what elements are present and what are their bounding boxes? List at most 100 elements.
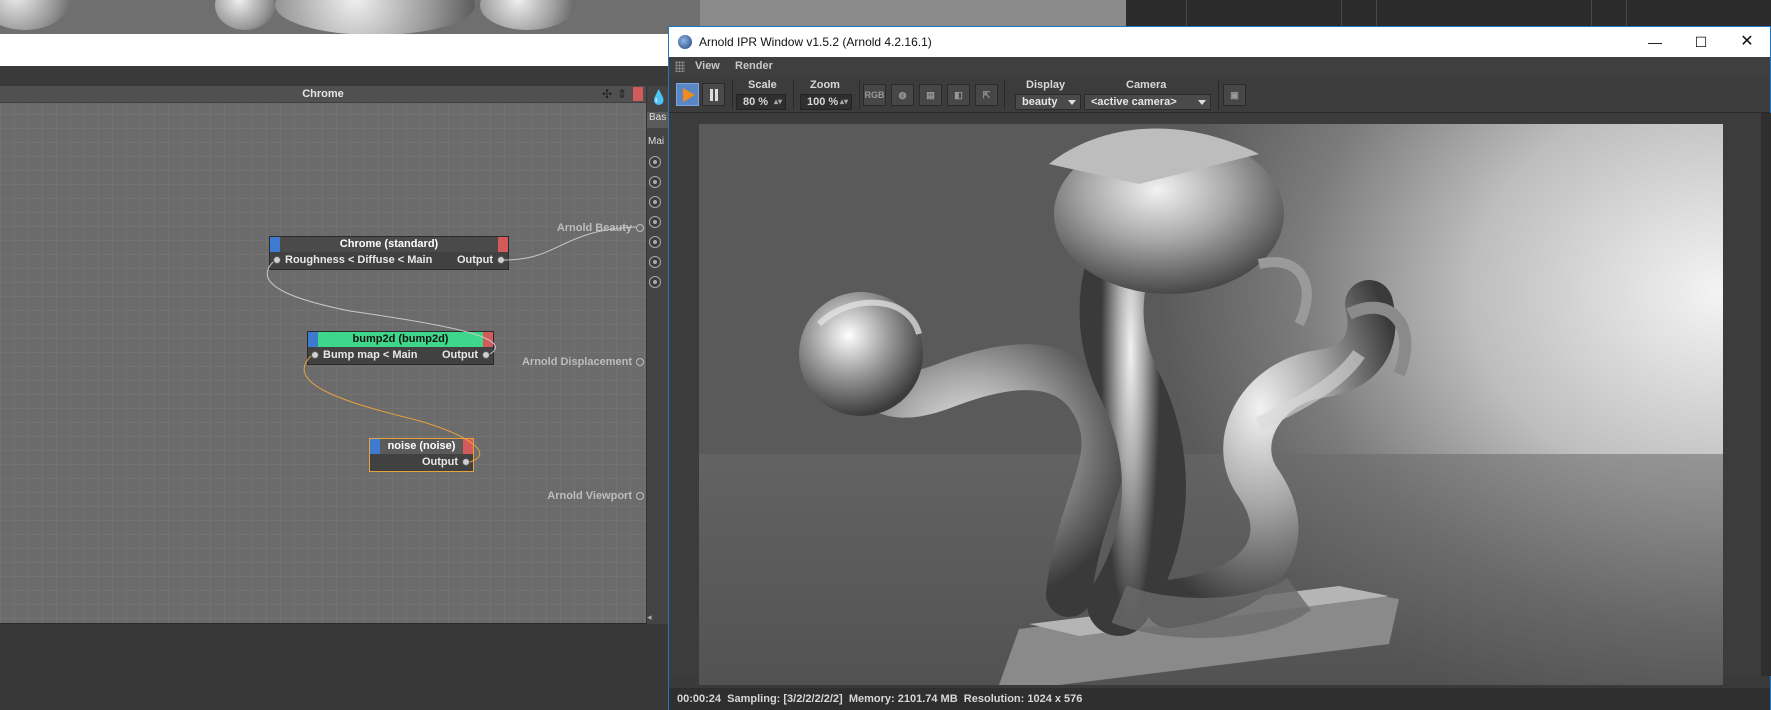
zoom-label: Zoom: [810, 79, 840, 91]
terminal-arnold-beauty[interactable]: Arnold Beauty: [510, 222, 644, 234]
menu-render[interactable]: Render: [735, 60, 773, 72]
window-title: Arnold IPR Window v1.5.2 (Arnold 4.2.16.…: [699, 35, 932, 49]
node-editor-title: Chrome: [302, 88, 344, 100]
radio-option[interactable]: [649, 236, 661, 248]
background-bottom: [0, 624, 668, 710]
rgb-channel-button[interactable]: RGB: [863, 84, 886, 106]
node-title: Chrome (standard): [339, 238, 439, 250]
close-panel-button[interactable]: [633, 87, 643, 101]
memory-info: Memory: 2101.74 MB: [848, 693, 958, 705]
stepper-arrows-icon[interactable]: ▴▾: [774, 95, 782, 109]
node-right-cap[interactable]: [483, 332, 493, 347]
terminal-port[interactable]: [636, 358, 644, 366]
chevron-down-icon: [1198, 100, 1206, 105]
node-editor[interactable]: Chrome ✣ ⇕ Chrome (standard) Roughness <…: [0, 86, 646, 624]
node-right-cap[interactable]: [463, 439, 473, 454]
radio-option[interactable]: [649, 176, 661, 188]
node-port-row: Output: [370, 454, 473, 471]
move-icon[interactable]: ✣: [602, 87, 612, 101]
status-bar: 00:00:24 Sampling: [3/2/2/2/2/2] Memory:…: [669, 688, 1770, 710]
globe-icon[interactable]: ◍: [891, 84, 914, 106]
arnold-ipr-window[interactable]: Arnold IPR Window v1.5.2 (Arnold 4.2.16.…: [668, 26, 1771, 710]
resolution-info: Resolution: 1024 x 576: [963, 693, 1083, 705]
radio-option[interactable]: [649, 256, 661, 268]
terminal-arnold-displacement[interactable]: Arnold Displacement: [480, 356, 644, 368]
node-left-cap[interactable]: [270, 237, 280, 252]
camera-value: <active camera>: [1091, 96, 1177, 108]
node-left-cap[interactable]: [370, 439, 380, 454]
attribute-section: Mai: [648, 136, 665, 147]
start-render-button[interactable]: [676, 83, 699, 106]
terminal-label: Arnold Beauty: [556, 222, 632, 234]
vertical-scrollbar[interactable]: [1761, 113, 1771, 676]
node-header[interactable]: noise (noise): [370, 439, 473, 454]
grip-icon[interactable]: [675, 61, 685, 72]
zoom-stepper[interactable]: 100 % ▴▾: [800, 94, 852, 110]
window-titlebar[interactable]: Arnold IPR Window v1.5.2 (Arnold 4.2.16.…: [669, 27, 1770, 57]
background-gap: [0, 66, 668, 86]
close-window-button[interactable]: ✕: [1727, 31, 1767, 53]
input-port[interactable]: [273, 256, 281, 264]
rendered-image[interactable]: [699, 124, 1723, 685]
dragon-render-illustration: [699, 128, 1723, 685]
output-port[interactable]: [497, 256, 505, 264]
pin-icon[interactable]: ⇕: [617, 87, 627, 101]
render-time: 00:00:24: [677, 693, 722, 705]
input-port[interactable]: [311, 351, 319, 359]
display-dropdown[interactable]: beauty: [1015, 94, 1081, 110]
display-value: beauty: [1022, 96, 1058, 108]
menu-view[interactable]: View: [695, 60, 720, 72]
zoom-value: 100 %: [807, 96, 839, 108]
node-left-cap[interactable]: [308, 332, 318, 347]
node-right-cap[interactable]: [498, 237, 508, 252]
output-label: Output: [456, 254, 493, 266]
rgb-label: RGB: [864, 90, 885, 100]
minimize-button[interactable]: —: [1635, 31, 1675, 53]
chevron-down-icon: [1068, 100, 1076, 105]
display-label: Display: [1026, 79, 1066, 91]
node-title: noise (noise): [387, 440, 456, 452]
node-header[interactable]: bump2d (bump2d): [308, 332, 493, 347]
node-chrome-standard[interactable]: Chrome (standard) Roughness < Diffuse < …: [269, 236, 509, 270]
node-port-row: Roughness < Diffuse < Main Output: [270, 252, 508, 269]
scale-stepper[interactable]: 80 % ▴▾: [736, 94, 786, 110]
node-bump2d[interactable]: bump2d (bump2d) Bump map < Main Output: [307, 331, 494, 365]
terminal-label: Arnold Displacement: [521, 356, 632, 368]
input-label: Bump map < Main: [323, 349, 418, 361]
attribute-tab[interactable]: Bas: [647, 112, 668, 128]
drop-icon: 💧: [650, 89, 668, 105]
terminal-label: Arnold Viewport: [547, 490, 632, 502]
radio-option[interactable]: [649, 276, 661, 288]
stepper-arrows-icon[interactable]: ▴▾: [840, 95, 848, 109]
cinema4d-app-icon: [678, 35, 692, 49]
node-editor-header[interactable]: Chrome ✣ ⇕: [0, 86, 646, 103]
background-toolbar: [1126, 0, 1771, 26]
camera-snapshot-icon[interactable]: ▣: [1223, 84, 1246, 106]
radio-option[interactable]: [649, 196, 661, 208]
node-port-row: Bump map < Main Output: [308, 347, 493, 364]
attribute-panel[interactable]: 💧 Bas Mai ◂: [646, 86, 668, 624]
export-icon[interactable]: ⇱: [975, 84, 998, 106]
terminal-port[interactable]: [636, 224, 644, 232]
node-noise[interactable]: noise (noise) Output: [369, 438, 474, 472]
background-white-bar: [0, 34, 668, 66]
scale-value: 80 %: [743, 96, 769, 108]
pause-render-button[interactable]: [702, 83, 725, 106]
radio-option[interactable]: [649, 156, 661, 168]
output-port[interactable]: [462, 458, 470, 466]
render-view[interactable]: [669, 113, 1761, 685]
node-header[interactable]: Chrome (standard): [270, 237, 508, 252]
radio-option[interactable]: [649, 216, 661, 228]
camera-label: Camera: [1126, 79, 1167, 91]
output-label: Output: [421, 456, 458, 468]
terminal-port[interactable]: [636, 492, 644, 500]
scale-label: Scale: [748, 79, 777, 91]
menu-bar: View Render: [669, 57, 1770, 76]
output-label: Output: [441, 349, 478, 361]
maximize-button[interactable]: ☐: [1681, 31, 1721, 53]
camera-dropdown[interactable]: <active camera>: [1084, 94, 1211, 110]
region-icon[interactable]: ▤: [919, 84, 942, 106]
compare-icon[interactable]: ◧: [947, 84, 970, 106]
scroll-left-icon[interactable]: ◂: [647, 612, 652, 623]
terminal-arnold-viewport[interactable]: Arnold Viewport: [500, 490, 644, 502]
